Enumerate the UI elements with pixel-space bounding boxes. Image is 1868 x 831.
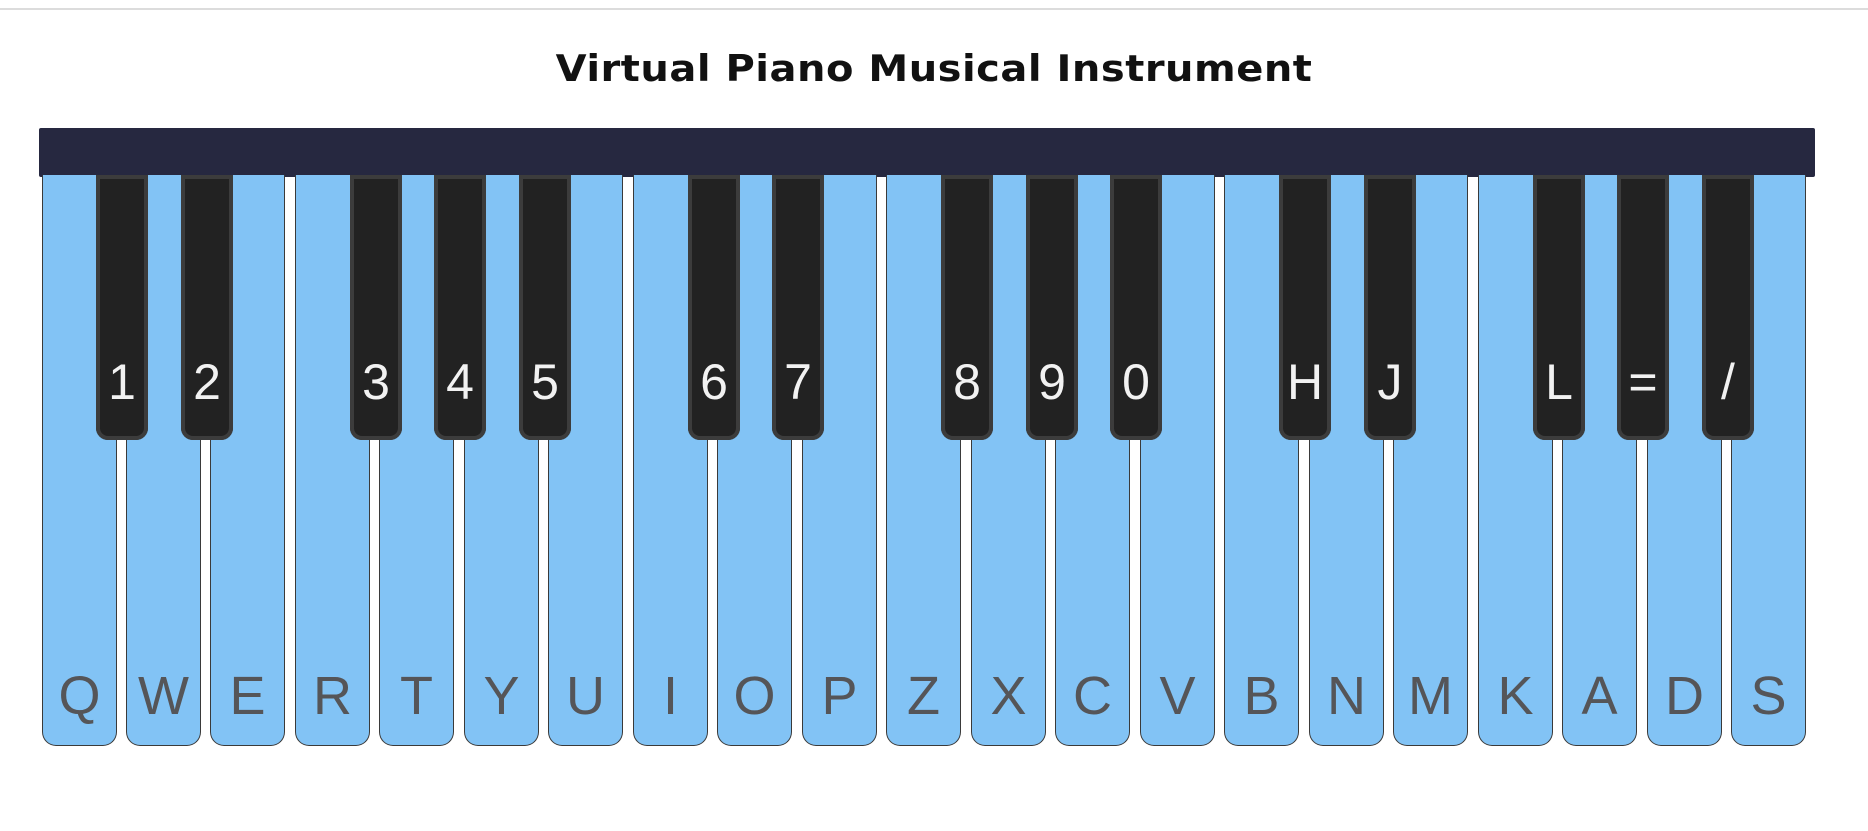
white-key-label: I (662, 666, 678, 726)
white-key-label: Z (907, 666, 940, 726)
black-key-label: H (1286, 354, 1324, 410)
black-key-label: / (1721, 354, 1735, 410)
white-key-label: S (1750, 666, 1787, 726)
black-key-j[interactable]: J (1364, 175, 1416, 440)
black-key-label: 2 (193, 354, 221, 410)
black-key-label: 7 (784, 354, 812, 410)
black-key-0[interactable]: 0 (1110, 175, 1162, 440)
page-title: Virtual Piano Musical Instrument (555, 47, 1313, 91)
black-key-4[interactable]: 4 (434, 175, 486, 440)
black-key-7[interactable]: 7 (772, 175, 824, 440)
white-key-label: W (138, 666, 189, 726)
white-key-label: Q (58, 666, 101, 726)
black-key-label: 9 (1038, 354, 1066, 410)
black-key-slash[interactable]: / (1702, 175, 1754, 440)
white-key-label: M (1408, 666, 1453, 726)
piano-keyboard: Q W E R T Y U I O P Z X C V B N M K A D … (39, 128, 1815, 754)
black-key-l[interactable]: L (1533, 175, 1585, 440)
white-key-label: V (1159, 666, 1196, 726)
white-key-label: D (1665, 666, 1704, 726)
black-key-label: 6 (700, 354, 728, 410)
black-key-label: 0 (1122, 354, 1150, 410)
white-key-label: P (821, 666, 858, 726)
black-key-label: J (1377, 354, 1403, 410)
white-key-label: B (1243, 666, 1280, 726)
top-divider (0, 8, 1868, 10)
black-key-5[interactable]: 5 (519, 175, 571, 440)
white-key-label: A (1581, 666, 1618, 726)
white-key-label: C (1073, 666, 1112, 726)
white-key-label: O (733, 666, 776, 726)
black-key-label: 3 (362, 354, 390, 410)
white-key-label: U (566, 666, 605, 726)
black-key-label: 5 (531, 354, 559, 410)
black-key-2[interactable]: 2 (181, 175, 233, 440)
black-key-1[interactable]: 1 (96, 175, 148, 440)
white-key-label: Y (483, 666, 520, 726)
black-key-label: 1 (108, 354, 136, 410)
black-key-h[interactable]: H (1279, 175, 1331, 440)
white-key-label: K (1497, 666, 1534, 726)
piano-top-bar (39, 128, 1815, 177)
white-key-label: X (990, 666, 1027, 726)
black-key-3[interactable]: 3 (350, 175, 402, 440)
black-key-9[interactable]: 9 (1026, 175, 1078, 440)
black-key-equals[interactable]: = (1617, 175, 1669, 440)
black-key-8[interactable]: 8 (941, 175, 993, 440)
black-key-6[interactable]: 6 (688, 175, 740, 440)
black-key-label: L (1545, 354, 1573, 410)
white-key-label: E (229, 666, 266, 726)
black-key-label: 8 (953, 354, 981, 410)
white-key-label: T (400, 666, 433, 726)
white-key-label: R (313, 666, 352, 726)
white-key-label: N (1327, 666, 1366, 726)
black-key-label: 4 (446, 354, 474, 410)
black-key-label: = (1628, 354, 1658, 410)
